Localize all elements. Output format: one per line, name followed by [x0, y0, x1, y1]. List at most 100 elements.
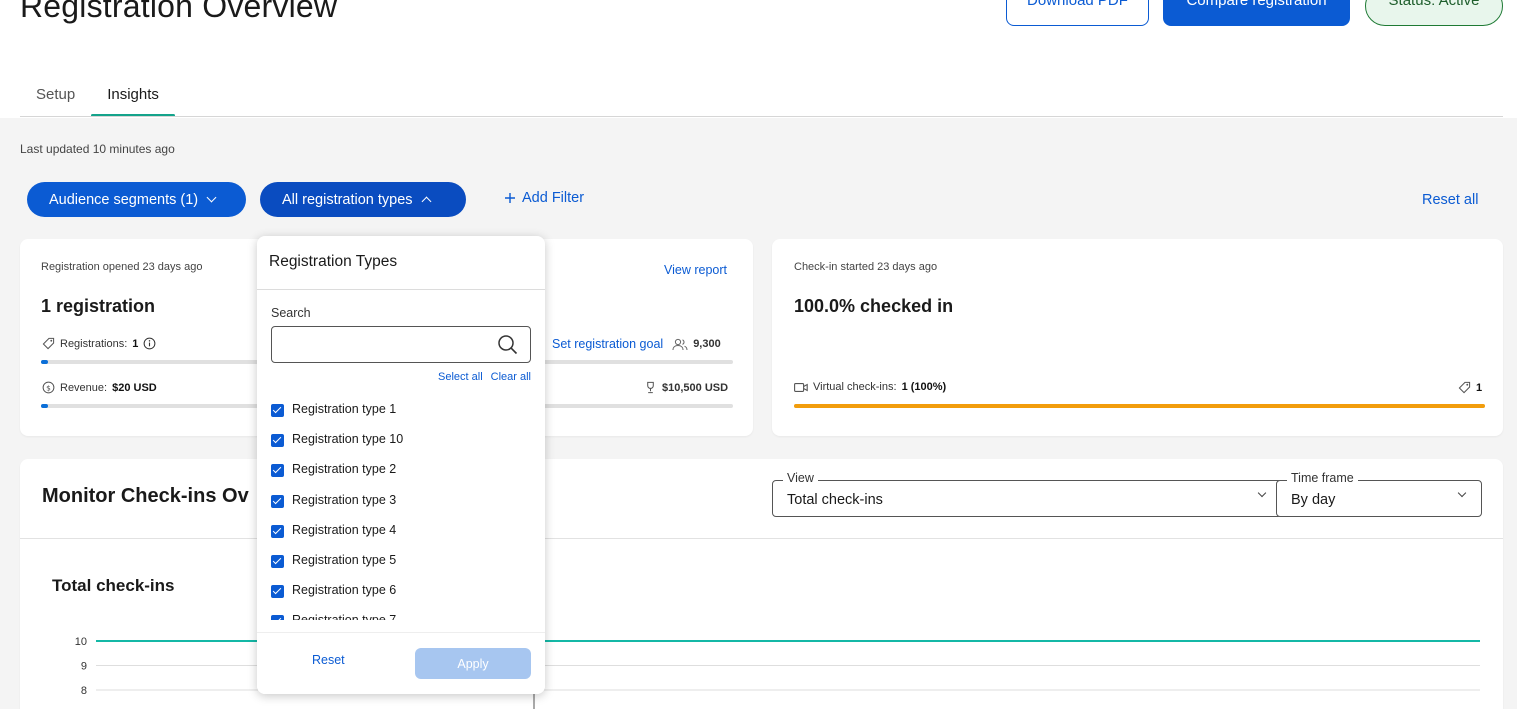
registration-count-headline: 1 registration: [41, 296, 156, 316]
checkin-started-text: Check-in started 23 days ago: [794, 261, 938, 273]
registration-type-option[interactable]: Registration type 5: [271, 553, 531, 583]
audience-segments-filter[interactable]: Audience segments (1): [27, 182, 246, 217]
monitor-checkins-card: Monitor Check-ins Ov View Total check-in…: [20, 459, 1503, 709]
registration-types-label: All registration types: [282, 191, 413, 208]
tabs-divider: [20, 116, 1503, 117]
dropdown-apply-button[interactable]: Apply: [415, 648, 531, 679]
people-icon: [672, 338, 688, 350]
monitor-title: Monitor Check-ins Ov: [42, 485, 249, 507]
checkbox-checked-icon[interactable]: [271, 585, 284, 599]
revenue-goal-metric: $10,500 USD: [644, 381, 728, 394]
timeframe-select-label: Time frame: [1287, 471, 1358, 485]
registration-type-option[interactable]: Registration type 10: [271, 432, 531, 462]
compare-registration-label: Compare registration: [1186, 0, 1327, 9]
registration-type-option[interactable]: Registration type 4: [271, 523, 531, 553]
download-pdf-button[interactable]: Download PDF: [1006, 0, 1149, 26]
registration-type-label: Registration type 2: [292, 462, 397, 477]
status-badge[interactable]: Status: Active: [1365, 0, 1503, 26]
dropdown-footer: Reset Apply: [257, 632, 545, 694]
registration-type-label: Registration type 6: [292, 583, 397, 598]
checkbox-checked-icon[interactable]: [271, 404, 284, 417]
search-icon[interactable]: [497, 334, 518, 355]
select-all-link[interactable]: Select all: [438, 371, 483, 383]
checkin-percent-headline: 100.0% checked in: [794, 296, 954, 316]
registrations-value: 1: [132, 337, 139, 350]
view-select[interactable]: View Total check-ins: [772, 471, 1282, 517]
virtual-checkins-metric: Virtual check-ins: 1 (100%): [794, 381, 946, 393]
registration-type-label: Registration type 3: [292, 492, 397, 507]
monitor-divider: [20, 538, 1503, 539]
y-tick-label: 8: [81, 685, 87, 697]
dropdown-divider: [257, 289, 545, 290]
dollar-icon: $: [42, 381, 55, 394]
checkbox-checked-icon[interactable]: [271, 524, 284, 538]
registrations-label: Registrations:: [60, 337, 128, 350]
view-report-link[interactable]: View report: [664, 263, 727, 277]
checkin-progress-bar: [794, 404, 1485, 408]
revenue-value: $20 USD: [112, 381, 157, 394]
add-filter-button[interactable]: Add Filter: [504, 190, 584, 206]
revenue-progress-fill: [41, 404, 48, 408]
checkbox-checked-icon[interactable]: [271, 434, 284, 448]
search-label: Search: [271, 306, 311, 320]
checkbox-checked-icon[interactable]: [271, 554, 284, 568]
registration-type-label: Registration type 5: [292, 552, 397, 567]
tab-setup[interactable]: Setup: [20, 80, 91, 117]
y-tick-label: 10: [75, 636, 87, 648]
svg-text:$: $: [46, 383, 51, 392]
tab-insights[interactable]: Insights: [91, 80, 175, 117]
video-camera-icon: [794, 382, 808, 392]
registration-type-option[interactable]: Registration type 1: [271, 402, 531, 432]
compare-registration-button[interactable]: Compare registration: [1163, 0, 1350, 26]
checkins-line-chart: 10 9 8: [75, 636, 1480, 709]
registration-type-label: Registration type 7: [292, 613, 396, 620]
registration-type-option[interactable]: Registration type 2: [271, 462, 531, 492]
checkin-summary-card: Check-in started 23 days ago 100.0% chec…: [772, 239, 1503, 436]
tag-icon: [1458, 381, 1471, 394]
view-select-value: Total check-ins: [787, 492, 883, 508]
timeframe-select[interactable]: Time frame By day: [1276, 471, 1482, 517]
download-pdf-label: Download PDF: [1027, 0, 1128, 9]
checkbox-checked-icon[interactable]: [271, 464, 284, 478]
registration-types-filter[interactable]: All registration types: [260, 182, 466, 217]
last-updated-text: Last updated 10 minutes ago: [20, 142, 175, 156]
registration-type-option[interactable]: Registration type 6: [271, 583, 531, 613]
reset-all-link[interactable]: Reset all: [1422, 192, 1478, 208]
info-icon[interactable]: [143, 337, 156, 350]
timeframe-select-value: By day: [1291, 492, 1336, 508]
registration-opened-text: Registration opened 23 days ago: [41, 261, 203, 273]
registrations-progress-fill: [41, 360, 48, 364]
search-field[interactable]: [271, 326, 531, 363]
tab-bar: Setup Insights: [20, 80, 175, 118]
tag-icon: [42, 337, 55, 350]
revenue-label: Revenue:: [60, 381, 108, 394]
checkbox-checked-icon[interactable]: [271, 494, 284, 508]
search-input[interactable]: [272, 327, 492, 362]
y-tick-label: 9: [81, 661, 87, 673]
view-select-label: View: [783, 471, 818, 485]
page-header: Registration Overview Download PDF Compa…: [0, 0, 1517, 118]
registration-type-option[interactable]: Registration type 3: [271, 493, 531, 523]
chart-title: Total check-ins: [52, 576, 175, 595]
registration-types-list: Registration type 1 Registration type 10 R…: [271, 402, 531, 620]
registration-type-label: Registration type 10: [292, 432, 404, 447]
registration-type-label: Registration type 4: [292, 522, 397, 537]
dropdown-bulk-links: Select all Clear all: [438, 371, 531, 383]
checkin-progress-fill: [794, 404, 1485, 408]
checkin-tag-metric: 1: [1458, 381, 1482, 394]
registration-goal-metric: Set registration goal 9,300: [552, 337, 721, 351]
set-registration-goal-link[interactable]: Set registration goal: [552, 337, 663, 351]
add-filter-label: Add Filter: [522, 190, 585, 206]
dropdown-reset-button[interactable]: Reset: [312, 653, 345, 667]
audience-segments-label: Audience segments (1): [49, 191, 199, 208]
revenue-metric: $ Revenue: $20 USD: [42, 381, 157, 394]
registration-goal-value: 9,300: [693, 338, 721, 350]
plus-icon: [505, 193, 515, 203]
trophy-icon: [647, 381, 654, 394]
chevron-down-icon: [206, 192, 217, 203]
revenue-goal-value: $10,500 USD: [662, 381, 729, 394]
registration-type-option[interactable]: Registration type 7: [271, 613, 531, 620]
clear-all-link[interactable]: Clear all: [491, 371, 531, 383]
chevron-up-icon: [421, 196, 432, 206]
checkbox-checked-icon[interactable]: [271, 615, 284, 620]
